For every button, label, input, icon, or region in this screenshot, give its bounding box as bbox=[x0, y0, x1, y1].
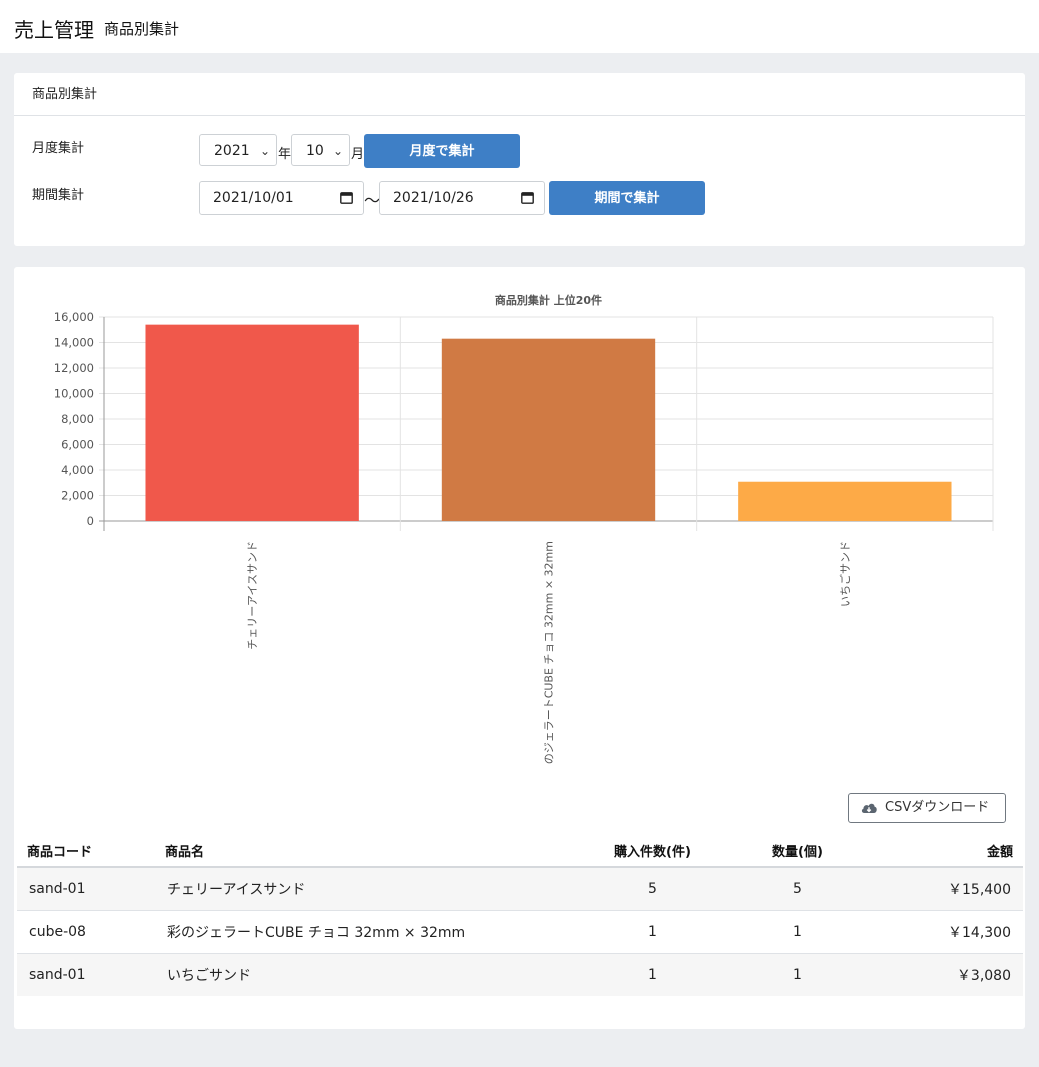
month-select-value: 10 bbox=[306, 143, 324, 159]
chevron-down-icon: ⌄ bbox=[332, 144, 343, 158]
y-tick-label: 0 bbox=[87, 514, 94, 528]
top-bar: 売上管理 商品別集計 bbox=[0, 0, 1039, 53]
x-category-label: のジェラートCUBE チョコ 32mm × 32mm bbox=[543, 541, 556, 764]
y-tick-label: 2,000 bbox=[61, 489, 94, 503]
end-date-input[interactable]: 2021/10/26 bbox=[379, 181, 545, 215]
cell-purchase-count: 5 bbox=[580, 866, 725, 911]
table-row: cube-08 彩のジェラートCUBE チョコ 32mm × 32mm 1 1 … bbox=[17, 910, 1023, 954]
y-tick-label: 14,000 bbox=[54, 336, 94, 350]
date-separator: 〜 bbox=[364, 191, 381, 210]
col-header-product-code: 商品コード bbox=[17, 834, 155, 868]
col-header-quantity: 数量(個) bbox=[725, 834, 870, 868]
monthly-aggregate-button[interactable]: 月度で集計 bbox=[364, 134, 520, 168]
year-select-value: 2021 bbox=[214, 143, 250, 159]
y-tick-label: 6,000 bbox=[61, 438, 94, 452]
app-title: 売上管理 bbox=[14, 18, 94, 42]
cell-quantity: 1 bbox=[725, 910, 870, 954]
col-header-product-name: 商品名 bbox=[155, 834, 580, 868]
sales-table: 商品コード 商品名 購入件数(件) 数量(個) 金額 sand-01 チェリーア… bbox=[17, 834, 1023, 996]
table-row: sand-01 いちごサンド 1 1 ￥3,080 bbox=[17, 953, 1023, 996]
cell-product-name: チェリーアイスサンド bbox=[155, 866, 580, 911]
chart-bar bbox=[441, 338, 656, 521]
filter-card: 商品別集計 月度集計 2021 ⌄ 年 10 ⌄ 月 月度で集計 期間集計 20… bbox=[14, 73, 1025, 246]
x-category-label: チェリーアイスサンド bbox=[246, 541, 259, 650]
y-tick-label: 4,000 bbox=[61, 463, 94, 477]
col-header-purchase-count: 購入件数(件) bbox=[580, 834, 725, 868]
page-subtitle: 商品別集計 bbox=[104, 20, 180, 38]
y-tick-label: 8,000 bbox=[61, 412, 94, 426]
csv-download-button[interactable]: CSVダウンロード bbox=[848, 793, 1006, 823]
year-unit: 年 bbox=[278, 147, 292, 162]
y-tick-label: 16,000 bbox=[54, 310, 94, 324]
year-select[interactable]: 2021 ⌄ bbox=[199, 134, 277, 166]
cell-quantity: 1 bbox=[725, 953, 870, 996]
period-aggregate-button[interactable]: 期間で集計 bbox=[549, 181, 705, 215]
calendar-icon[interactable] bbox=[521, 191, 534, 204]
cell-product-code: sand-01 bbox=[17, 953, 155, 996]
cell-product-code: cube-08 bbox=[17, 910, 155, 954]
y-tick-label: 10,000 bbox=[54, 387, 94, 401]
cell-product-name: いちごサンド bbox=[155, 953, 580, 996]
monthly-label: 月度集計 bbox=[32, 141, 85, 156]
y-tick-label: 12,000 bbox=[54, 361, 94, 375]
end-date-value: 2021/10/26 bbox=[393, 190, 474, 206]
chart-bar bbox=[738, 481, 952, 521]
calendar-icon[interactable] bbox=[340, 191, 353, 204]
start-date-value: 2021/10/01 bbox=[213, 190, 294, 206]
filter-card-title: 商品別集計 bbox=[14, 73, 1025, 116]
cell-purchase-count: 1 bbox=[580, 910, 725, 954]
csv-download-label: CSVダウンロード bbox=[885, 800, 990, 815]
cell-product-code: sand-01 bbox=[17, 866, 155, 911]
chevron-down-icon: ⌄ bbox=[259, 144, 270, 158]
cell-product-name: 彩のジェラートCUBE チョコ 32mm × 32mm bbox=[155, 910, 580, 954]
cloud-download-icon bbox=[861, 803, 877, 813]
chart-bar bbox=[145, 324, 359, 521]
cell-amount: ￥15,400 bbox=[870, 866, 1023, 911]
cell-quantity: 5 bbox=[725, 866, 870, 911]
start-date-input[interactable]: 2021/10/01 bbox=[199, 181, 364, 215]
period-label: 期間集計 bbox=[32, 188, 85, 203]
month-select[interactable]: 10 ⌄ bbox=[291, 134, 350, 166]
month-unit: 月 bbox=[351, 147, 365, 162]
cell-amount: ￥14,300 bbox=[870, 910, 1023, 954]
results-card: 商品別集計 上位20件 0 2,000 4,000 6,000 8,000 10,000 12… bbox=[14, 267, 1025, 1029]
cell-purchase-count: 1 bbox=[580, 953, 725, 996]
x-category-label: いちごサンド bbox=[838, 541, 852, 607]
table-row: sand-01 チェリーアイスサンド 5 5 ￥15,400 bbox=[17, 866, 1023, 911]
chart-title: 商品別集計 上位20件 bbox=[495, 293, 602, 307]
col-header-amount: 金額 bbox=[870, 834, 1023, 868]
cell-amount: ￥3,080 bbox=[870, 953, 1023, 996]
table-header-row: 商品コード 商品名 購入件数(件) 数量(個) 金額 bbox=[17, 834, 1023, 868]
sales-bar-chart: 商品別集計 上位20件 0 2,000 4,000 6,000 8,000 10,000 12… bbox=[54, 293, 994, 764]
